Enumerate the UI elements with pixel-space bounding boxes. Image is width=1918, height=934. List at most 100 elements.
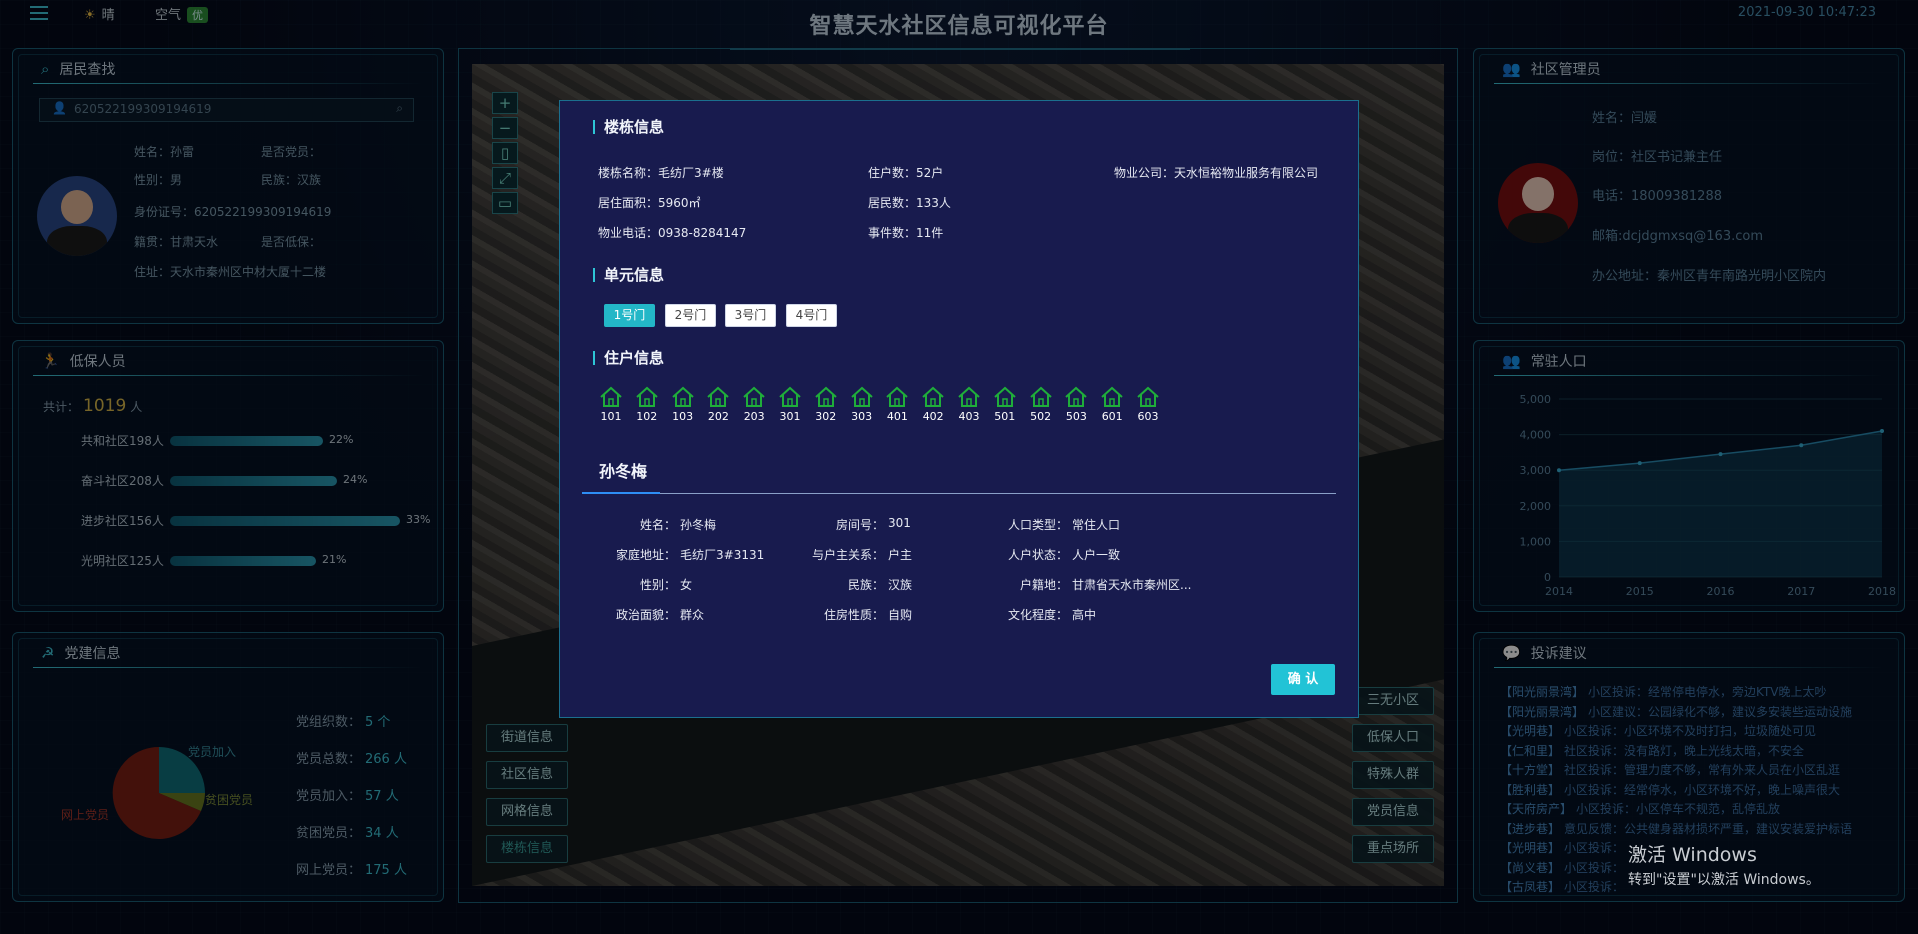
room-item[interactable]: 403 [954,386,984,423]
search-icon[interactable]: ⌕ [396,101,403,116]
low-income-panel: 🏃 低保人员 共计： 1019 人 共和社区198人 22% 奋斗社区208人 24% 进步社… [12,340,444,612]
room-item[interactable]: 103 [668,386,698,423]
complaint-text: 小区投诉：小区停车不规范，乱停乱放 [1576,802,1781,816]
complaint-text: 小区投诉： [1564,860,1625,875]
house-icon [636,386,658,407]
resident-gender: 性别：男 [134,173,183,187]
map-right-button[interactable]: 特殊人群 [1352,761,1434,789]
population-panel: 👥 常驻人口 5,000 4,000 3,000 2,000 1,000 0 2014 2015… [1473,340,1905,612]
unit-tab-2[interactable]: 2号门 [665,304,716,327]
room-item[interactable]: 303 [847,386,877,423]
complaint-item: 【阳光丽景湾】 小区建议：公园绿化不够，建议多安装些运动设施 [1500,703,1852,720]
resident-name: 姓名：孙雷 [134,145,195,159]
panel-title-text: 投诉建议 [1530,646,1587,662]
person-field-label: 人户状态： [1007,548,1068,562]
party-stat-value: 5 个 [365,715,391,730]
person-field-value: 高中 [1072,608,1097,622]
event-count: 事件数：11件 [868,226,944,240]
unit-tab-3[interactable]: 3号门 [725,304,776,327]
pie-label-join: 党员加入 [188,745,237,759]
house-icon [743,386,765,407]
room-item[interactable]: 601 [1097,386,1127,423]
room-item[interactable]: 302 [811,386,841,423]
divider [33,667,423,668]
house-icon [1065,386,1088,407]
delete-icon[interactable]: ▯ [492,142,518,164]
low-income-row-label: 奋斗社区208人 [81,474,164,488]
room-item[interactable]: 202 [703,386,733,423]
building-detail-modal: 楼栋信息 楼栋名称：毛纺厂3#楼 住户数：52户 物业公司：天水恒裕物业服务有限… [559,100,1359,718]
person-field-label: 户籍地： [1019,578,1068,592]
panel-title: ☭ 党建信息 [41,643,120,663]
confirm-button[interactable]: 确 认 [1271,664,1335,695]
panel-title-text: 党建信息 [64,646,121,662]
population-point [1718,452,1723,457]
room-item[interactable]: 203 [739,386,769,423]
map-right-button[interactable]: 重点场所 [1352,835,1434,863]
y-tick-label: 5,000 [1520,393,1552,406]
room-item[interactable]: 101 [596,386,626,423]
complaint-tag: 【光明巷】 [1500,841,1561,855]
person-field-value: 人户一致 [1072,548,1121,562]
zoom-out-button[interactable]: − [492,117,518,139]
complaint-tag: 【尚义巷】 [1500,860,1561,875]
unit-tab-4[interactable]: 4号门 [786,304,837,327]
map-left-button[interactable]: 网格信息 [486,798,568,826]
complaint-text: 小区投诉：经常停电停水，旁边KTV晚上太吵 [1588,685,1827,699]
fullscreen-icon[interactable]: ⤢ [492,167,518,189]
resident-low-income: 是否低保： [261,235,322,249]
running-person-icon: 🏃 [41,352,60,370]
map-right-button[interactable]: 低保人口 [1352,724,1434,752]
room-item[interactable]: 301 [775,386,805,423]
room-item[interactable]: 502 [1026,386,1056,423]
room-item[interactable]: 603 [1133,386,1163,423]
search-value: 620522199309194619 [74,102,212,116]
x-tick-label: 2016 [1707,585,1735,598]
map-zoom-controls: + − ▯ ⤢ ▭ [492,92,522,218]
map-right-button[interactable]: 党员信息 [1352,798,1434,826]
unit-tab-1[interactable]: 1号门 [604,304,655,327]
panel-title: 👥 社区管理员 [1502,59,1601,79]
person-name-tab[interactable]: 孙冬梅 [599,458,647,482]
complaint-item: 【进步巷】 意见反馈：公共健身器材损坏严重，建议安装爱护标语 [1500,820,1852,837]
complaint-item: 【古凤巷】 小区投诉： [1500,878,1624,895]
party-stat: 党员加入： 57 人 [296,785,399,804]
house-icon [958,386,980,407]
complaint-tag: 【胜利巷】 [1500,782,1561,797]
population-area-chart: 5,000 4,000 3,000 2,000 1,000 02014 2015 2016 20… [1520,393,1897,598]
room-number: 102 [636,410,658,423]
zoom-in-button[interactable]: + [492,92,518,114]
room-item[interactable]: 401 [882,386,912,423]
room-item[interactable]: 402 [918,386,948,423]
room-number: 202 [707,410,729,423]
complaint-tag: 【十方堂】 [1500,763,1561,777]
room-item[interactable]: 102 [632,386,662,423]
y-tick-label: 2,000 [1520,500,1552,513]
map-left-button[interactable]: 楼栋信息 [486,835,568,863]
map-right-button[interactable]: 三无小区 [1352,687,1434,715]
house-icon [1029,386,1052,407]
map-left-button[interactable]: 街道信息 [486,724,568,752]
y-tick-label: 1,000 [1520,535,1552,548]
person-field-label: 与户主关系： [811,548,884,562]
low-income-pct: 21% [322,553,347,566]
population-point [1880,429,1884,434]
house-icon [994,386,1016,407]
living-area: 居住面积：5960㎡ [598,196,701,210]
party-stat-value: 175 人 [365,863,407,878]
map-left-button[interactable]: 社区信息 [486,761,568,789]
complaint-text: 社区投诉：管理力度不够，常有外来人员在小区乱逛 [1564,763,1841,777]
complaint-text: 小区投诉：经常停水，小区环境不好，晚上噪声很大 [1564,782,1841,797]
unit-section-title: 单元信息 [593,268,664,283]
room-item[interactable]: 503 [1061,386,1091,423]
complaint-tag: 【光明巷】 [1500,724,1561,738]
resident-search-input[interactable]: 👤 620522199309194619 ⌕ [39,98,414,122]
video-icon[interactable]: ▭ [492,192,518,214]
room-item[interactable]: 501 [990,386,1020,423]
party-stat: 党员总数： 266 人 [296,748,407,767]
room-number: 601 [1101,410,1123,423]
total-label: 共计： [43,400,80,414]
room-number: 103 [672,410,694,423]
room-number: 502 [1030,410,1052,423]
room-number: 303 [851,410,873,423]
